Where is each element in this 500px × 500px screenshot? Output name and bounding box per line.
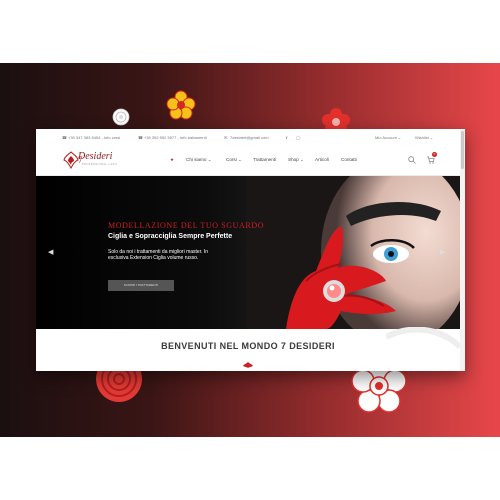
welcome-heading: BENVENUTI NEL MONDO 7 DESIDERI xyxy=(161,341,335,351)
my-account-menu[interactable]: Mio Account ⌄ xyxy=(375,135,401,140)
divider-flower-icon xyxy=(243,362,253,368)
hero-model-image xyxy=(246,176,460,329)
nav-chi-siamo[interactable]: Chi siamo ⌄ xyxy=(186,157,212,163)
instagram-icon[interactable]: ◯ xyxy=(296,135,300,140)
chevron-right-icon[interactable]: ▶ xyxy=(440,248,445,256)
scrollbar-thumb[interactable] xyxy=(461,131,464,169)
top-info-bar: ☎ +39 347 383 5454 - Info corsi ☎ +39 35… xyxy=(36,129,465,146)
hero-title: MODELLAZIONE DEL TUO SGUARDO xyxy=(108,221,265,230)
my-account-label: Mio Account xyxy=(375,135,397,140)
phone-icon: ☎ xyxy=(138,135,143,140)
search-icon[interactable] xyxy=(408,156,416,164)
white-rose-icon xyxy=(112,108,130,126)
phone-icon: ☎ xyxy=(62,135,67,140)
phone-treatments[interactable]: +39 352 552 5577 - Info trattamenti xyxy=(144,135,207,140)
yellow-flower-icon xyxy=(166,90,196,120)
wishlist-label: Wishlist xyxy=(415,135,429,140)
hero-description: Solo da noi i trattamenti da migliori ma… xyxy=(108,249,209,262)
nav-shop-label: Shop xyxy=(288,157,299,162)
nav-corsi-label: Corsi xyxy=(226,157,237,162)
chevron-left-icon[interactable]: ◀ xyxy=(48,248,53,256)
email-link[interactable]: 7desideri@gmail.com xyxy=(230,135,269,140)
wishlist-menu[interactable]: Wishlist ⌄ xyxy=(415,135,433,140)
facebook-icon[interactable]: f xyxy=(286,135,287,140)
main-navbar: 7 Desideri PROFESSIONAL LASH ★ Chi siamo… xyxy=(36,145,465,176)
nav-corsi[interactable]: Corsi ⌄ xyxy=(226,157,242,163)
website-window: ☎ +39 347 383 5454 - Info corsi ☎ +39 35… xyxy=(36,129,465,371)
home-icon[interactable]: ★ xyxy=(170,157,174,163)
email-icon: ✉ xyxy=(224,135,228,140)
cart-count-badge: 0 xyxy=(432,152,437,157)
nav-articoli[interactable]: Articoli xyxy=(315,157,329,162)
logo-tagline: PROFESSIONAL LASH xyxy=(82,163,118,166)
nav-chi-siamo-label: Chi siamo xyxy=(186,157,207,162)
logo-name: Desideri xyxy=(78,151,113,162)
hero-slider: ◀ ▶ MODELLAZIONE DEL TUO SGUARDO Ciglia … xyxy=(36,176,460,329)
nav-shop[interactable]: Shop ⌄ xyxy=(288,157,304,163)
discover-treatments-button[interactable]: SCOPRI I TRATTAMENTI xyxy=(108,280,174,291)
nav-trattamenti[interactable]: Trattamenti xyxy=(253,157,276,162)
phone-courses[interactable]: +39 347 383 5454 - Info corsi xyxy=(68,135,120,140)
hero-subtitle: Ciglia e Sopracciglia Sempre Perfette xyxy=(108,233,233,240)
nav-contatti[interactable]: Contatti xyxy=(341,157,357,162)
